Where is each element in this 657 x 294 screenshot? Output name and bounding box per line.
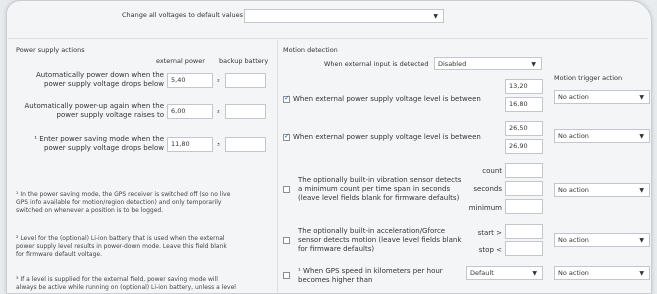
section-divider [8,38,648,39]
gps-speed-label-1: ¹ When GPS speed in kilometers per hour [298,267,443,275]
voltage-range-1-label: When external power supply voltage level… [293,95,481,103]
acceleration-label-1: The optionally built-in acceleration/Gfo… [298,227,446,235]
voltage-range-2-label: When external power supply voltage level… [293,133,481,141]
voltage-range-1-checkbox[interactable] [283,94,290,103]
power-down-external-input[interactable]: 5,40 [167,73,213,88]
motion-trigger-header: Motion trigger action [554,74,623,82]
chevron-down-icon: ▼ [639,187,644,194]
chevron-down-icon: ▼ [639,133,644,140]
footnote-marker: ² [217,78,220,86]
power-down-label-2: power supply voltage drops below [44,80,164,88]
vibration-checkbox[interactable] [283,186,290,193]
power-saving-label-2: power supply voltage drops below [44,144,164,152]
footnote-1-line-1: ¹ In the power saving mode, the GPS rece… [16,191,231,198]
voltage-range-2-max-input[interactable]: 26,90 [505,139,543,154]
power-up-label-2: power supply voltage raises to [56,111,165,119]
external-input-select[interactable]: Disabled ▼ [434,57,542,70]
vibration-minimum-label: minimum [468,204,502,212]
acceleration-stop-label: stop < [478,246,502,254]
power-up-backup-input[interactable] [225,104,266,119]
chevron-down-icon: ▼ [532,270,537,277]
chevron-down-icon: ▼ [639,237,644,244]
acceleration-checkbox[interactable] [283,237,290,244]
voltage-range-1-min-input[interactable]: 13,20 [505,79,543,94]
voltage-range-2-checkbox[interactable] [283,132,290,141]
backup-battery-header: backup battery [219,57,269,65]
default-voltages-select[interactable]: ▼ [244,9,444,23]
vibration-count-input[interactable] [505,163,543,178]
voltage-range-2-min-input[interactable]: 26,50 [505,121,543,136]
acceleration-label-2: sensor detects motion (leave level field… [298,236,462,244]
gps-speed-action-select[interactable]: No action ▼ [554,266,650,280]
footnote-1-line-3: switched on whenever a position is to be… [16,207,164,214]
external-power-header: external power [156,57,205,65]
vibration-minimum-input[interactable] [505,199,543,214]
vibration-label-3: (leave level fields blank for firmware d… [298,194,460,202]
external-input-label: When external input is detected [324,60,429,68]
power-down-backup-input[interactable] [225,73,266,88]
footnote-3-line-2: always be active while running on (optio… [16,284,236,291]
motion-detection-title: Motion detection [283,46,338,54]
gps-speed-select[interactable]: Default ▼ [466,266,543,280]
vibration-action-select[interactable]: No action ▼ [554,183,650,197]
footnote-2-line-2: power supply level results in power-down… [16,243,227,250]
vibration-label-2: a minimum count per time span in seconds [298,185,451,193]
vibration-seconds-input[interactable] [505,181,543,196]
acceleration-start-label: start > [477,229,502,237]
voltage-range-2-action-select[interactable]: No action ▼ [554,129,650,143]
power-supply-title: Power supply actions [16,46,85,54]
chevron-down-icon: ▼ [433,13,438,20]
vibration-count-label: count [482,167,502,175]
power-saving-external-input[interactable]: 11,80 [167,137,213,152]
default-voltages-label: Change all voltages to default values fo… [122,11,255,19]
voltage-range-1-max-input[interactable]: 16,80 [505,97,543,112]
acceleration-action-select[interactable]: No action ▼ [554,233,650,247]
footnote-1-line-2: GPS info available for motion/region det… [16,199,222,206]
footnote-marker: ² [217,109,220,117]
chevron-down-icon: ▼ [639,270,644,277]
voltage-range-1-action-select[interactable]: No action ▼ [554,90,650,104]
chevron-down-icon: ▼ [639,94,644,101]
vibration-label-1: The optionally built-in vibration sensor… [298,176,462,184]
acceleration-stop-input[interactable] [505,241,543,256]
power-up-external-input[interactable]: 6,00 [167,104,213,119]
acceleration-label-3: for firmware defaults) [298,245,375,253]
footnote-2-line-3: for firmware default voltage. [16,251,103,258]
vibration-seconds-label: seconds [473,185,502,193]
gps-speed-checkbox[interactable] [283,272,290,279]
footnote-3-line-1: ³ If a level is supplied for the externa… [16,276,218,283]
power-down-label-1: Automatically power down when the [35,71,164,79]
column-divider [277,40,278,292]
power-saving-label-1: ¹ Enter power saving mode when the [34,135,164,143]
footnote-2-line-1: ² Level for the (optional) Li-ion batter… [16,235,225,242]
gps-speed-label-2: becomes higher than [298,276,373,284]
footnote-marker: ³ [217,142,220,150]
chevron-down-icon: ▼ [531,61,536,68]
power-up-label-1: Automatically power-up again when the [24,102,164,110]
power-saving-backup-input[interactable] [225,137,266,152]
acceleration-start-input[interactable] [505,224,543,239]
